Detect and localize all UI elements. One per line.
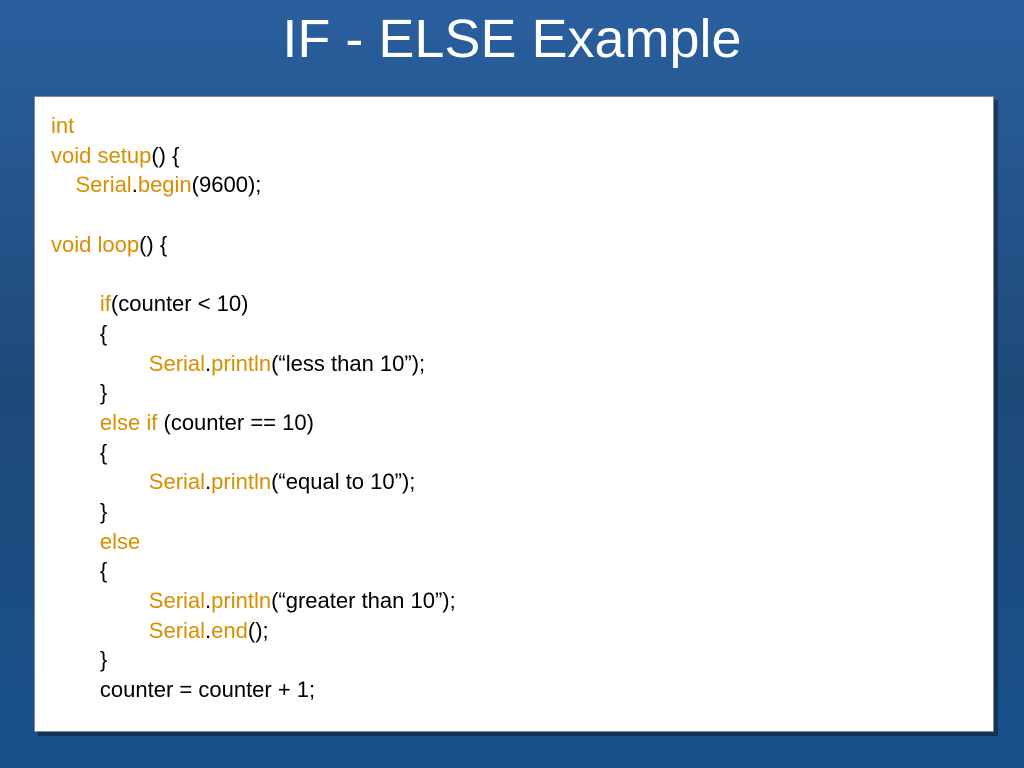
txt: (“equal to 10”); <box>271 469 415 494</box>
brace-open: { <box>100 558 107 583</box>
kw-int: int <box>51 113 74 138</box>
fn-println: println <box>211 351 271 376</box>
brace-close: } <box>100 499 107 524</box>
txt: (); <box>248 618 269 643</box>
txt: (9600); <box>192 172 262 197</box>
code-panel: int void setup() { Serial.begin(9600); v… <box>34 96 994 732</box>
fn-println: println <box>211 588 271 613</box>
fn-println: println <box>211 469 271 494</box>
indent <box>51 321 100 346</box>
kw-elseif: else if <box>100 410 164 435</box>
indent <box>51 677 100 702</box>
indent <box>51 380 100 405</box>
txt: (“less than 10”); <box>271 351 425 376</box>
obj-serial: Serial <box>75 172 131 197</box>
obj-serial: Serial <box>149 618 205 643</box>
indent <box>51 410 100 435</box>
fn-setup: setup <box>97 143 151 168</box>
brace-close: } <box>100 380 107 405</box>
indent <box>51 618 149 643</box>
indent <box>51 558 100 583</box>
indent <box>51 499 100 524</box>
indent <box>51 172 75 197</box>
txt: (counter == 10) <box>164 410 314 435</box>
fn-begin: begin <box>138 172 192 197</box>
obj-serial: Serial <box>149 588 205 613</box>
obj-serial: Serial <box>149 351 205 376</box>
obj-serial: Serial <box>149 469 205 494</box>
indent <box>51 647 100 672</box>
brace-open: { <box>100 440 107 465</box>
indent <box>51 291 100 316</box>
indent <box>51 529 100 554</box>
kw-void-setup: void <box>51 143 97 168</box>
slide-title: IF - ELSE Example <box>0 0 1024 70</box>
txt: () { <box>139 232 167 257</box>
kw-if: if <box>100 291 111 316</box>
txt: (“greater than 10”); <box>271 588 456 613</box>
kw-else: else <box>100 529 140 554</box>
indent <box>51 469 149 494</box>
indent <box>51 440 100 465</box>
txt-increment: counter = counter + 1; <box>100 677 315 702</box>
indent <box>51 588 149 613</box>
fn-end: end <box>211 618 248 643</box>
brace-close: } <box>100 647 107 672</box>
brace-open: { <box>100 321 107 346</box>
txt: (counter < 10) <box>111 291 249 316</box>
fn-loop: loop <box>97 232 139 257</box>
code-block: int void setup() { Serial.begin(9600); v… <box>35 97 993 705</box>
indent <box>51 351 149 376</box>
kw-void-loop: void <box>51 232 97 257</box>
txt: () { <box>151 143 179 168</box>
